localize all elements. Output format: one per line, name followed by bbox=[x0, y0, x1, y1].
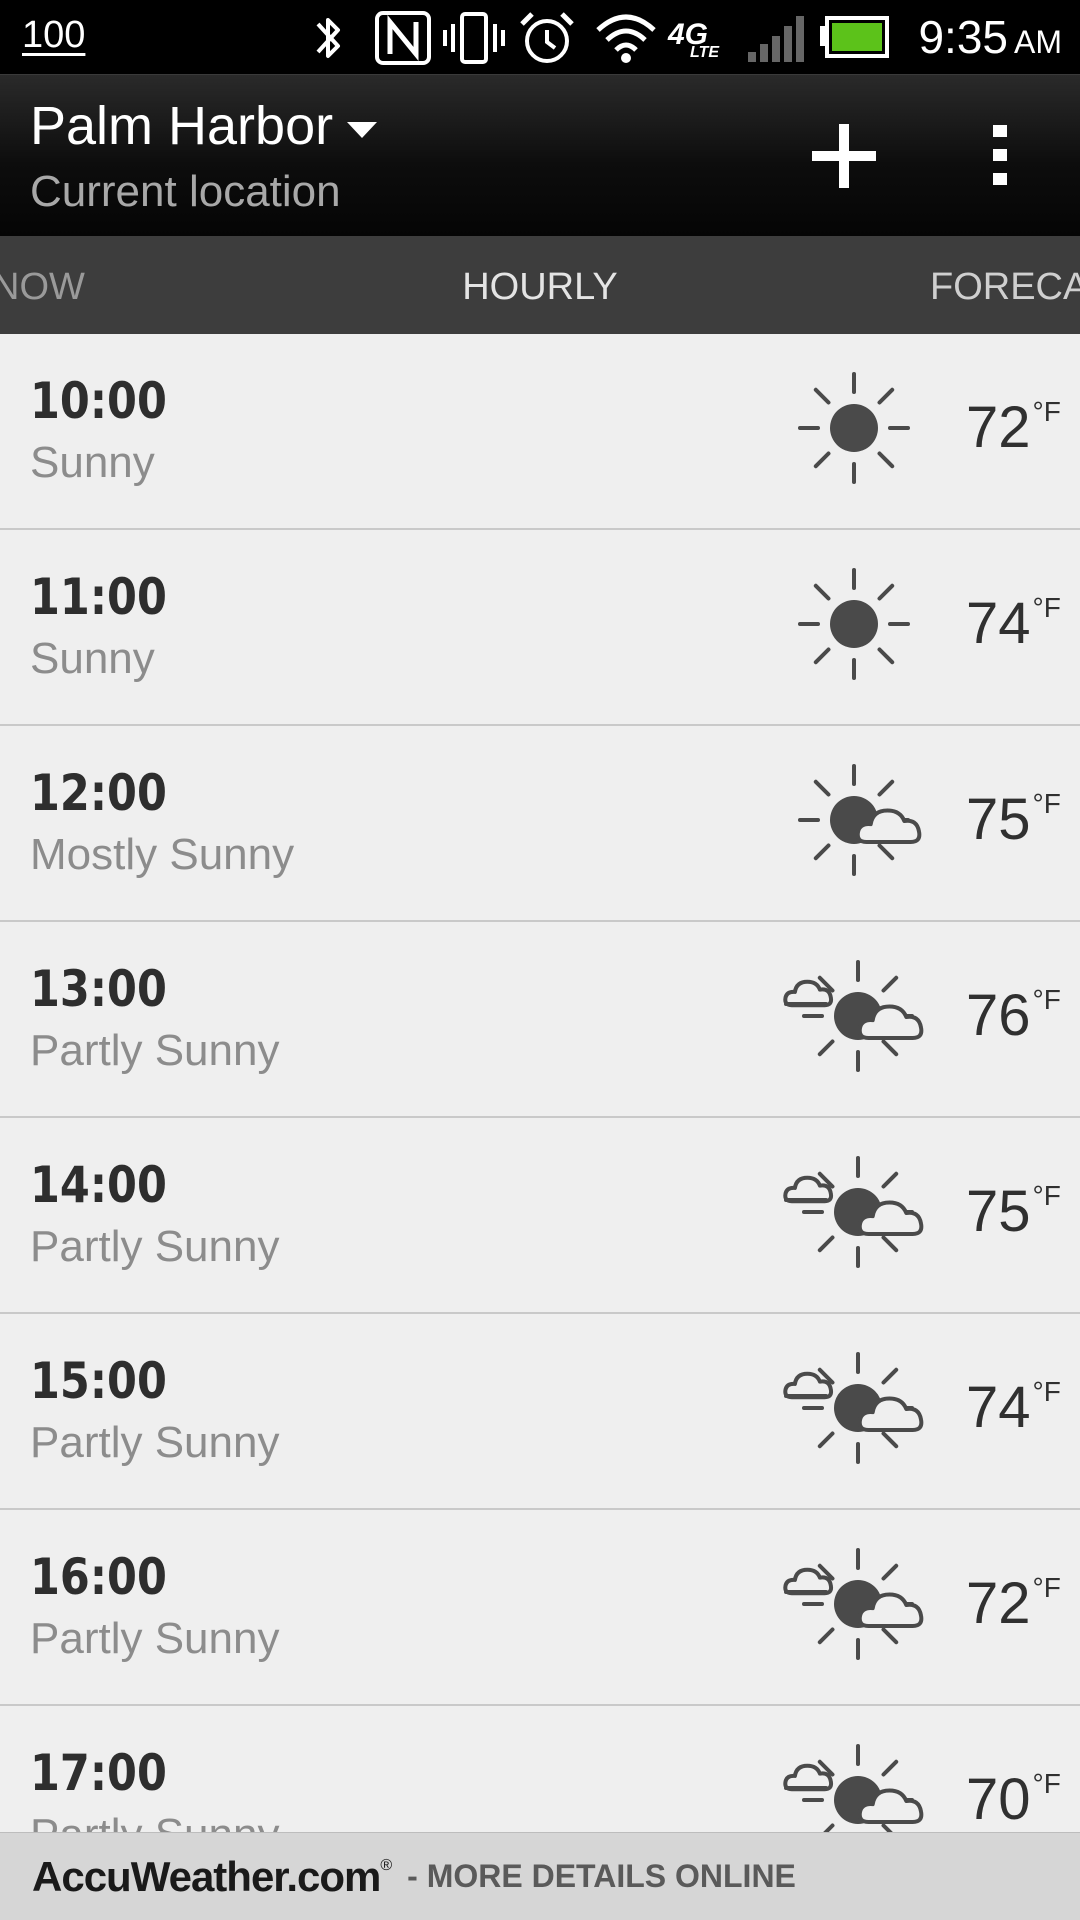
temp-value: 75 bbox=[966, 1179, 1031, 1244]
temp-unit: °F bbox=[1032, 1572, 1061, 1603]
hour-temperature: 74°F bbox=[966, 1374, 1061, 1441]
tab-hourly[interactable]: HOURLY bbox=[0, 266, 1080, 309]
hour-time: 15:00 bbox=[30, 1352, 167, 1410]
temp-value: 76 bbox=[966, 983, 1031, 1048]
tab-forecast[interactable]: FORECAST bbox=[930, 266, 1080, 309]
clock-time: 9:35 bbox=[918, 11, 1008, 63]
hour-temperature: 72°F bbox=[966, 394, 1061, 461]
hour-time: 13:00 bbox=[30, 960, 167, 1018]
partly-sunny-icon bbox=[782, 1744, 932, 1832]
temp-unit: °F bbox=[1032, 1376, 1061, 1407]
hourly-row[interactable]: 13:00 Partly Sunny 76°F bbox=[0, 922, 1080, 1118]
sunny-icon bbox=[782, 568, 932, 686]
temp-value: 70 bbox=[966, 1767, 1031, 1832]
temp-value: 74 bbox=[966, 591, 1031, 656]
signal-icon bbox=[748, 16, 804, 62]
accuweather-footer[interactable]: AccuWeather.com® - MORE DETAILS ONLINE bbox=[0, 1832, 1080, 1920]
hour-condition: Partly Sunny bbox=[30, 1418, 280, 1467]
accuweather-logo: AccuWeather.com® bbox=[32, 1852, 392, 1901]
lte-icon: 4G LTE bbox=[668, 10, 728, 66]
hourly-row[interactable]: 11:00 Sunny 74°F bbox=[0, 530, 1080, 726]
temp-unit: °F bbox=[1032, 396, 1061, 427]
hourly-row[interactable]: 10:00 Sunny 72°F bbox=[0, 334, 1080, 530]
alarm-icon bbox=[520, 12, 574, 63]
overflow-menu-button[interactable] bbox=[970, 115, 1030, 195]
registered-mark: ® bbox=[380, 1856, 392, 1874]
more-details-link[interactable]: - MORE DETAILS ONLINE bbox=[407, 1858, 796, 1895]
add-location-button[interactable] bbox=[790, 115, 890, 195]
hour-temperature: 75°F bbox=[966, 1178, 1061, 1245]
clock: 9:35 AM bbox=[918, 10, 1062, 64]
battery-icon bbox=[820, 16, 889, 58]
location-subtitle: Current location bbox=[30, 167, 341, 216]
hour-condition: Sunny bbox=[30, 634, 155, 683]
hour-time: 11:00 bbox=[30, 568, 167, 626]
mostly-sunny-icon bbox=[782, 764, 932, 882]
location-selector[interactable]: Palm Harbor bbox=[30, 95, 378, 157]
hour-condition: Partly Sunny bbox=[30, 1614, 280, 1663]
plus-icon bbox=[812, 124, 876, 188]
hour-condition: Mostly Sunny bbox=[30, 830, 295, 879]
vibrate-icon bbox=[443, 12, 505, 64]
location-name: Palm Harbor bbox=[30, 96, 334, 156]
hour-time: 10:00 bbox=[30, 372, 167, 430]
hour-time: 17:00 bbox=[30, 1744, 167, 1802]
temp-unit: °F bbox=[1032, 1180, 1061, 1211]
hour-temperature: 70°F bbox=[966, 1766, 1061, 1832]
partly-sunny-icon bbox=[782, 1156, 932, 1274]
hour-temperature: 75°F bbox=[966, 786, 1061, 853]
partly-sunny-icon bbox=[782, 960, 932, 1078]
hour-temperature: 72°F bbox=[966, 1570, 1061, 1637]
brand-text: AccuWeather.com bbox=[32, 1852, 381, 1900]
sunny-icon bbox=[782, 372, 932, 490]
hour-temperature: 74°F bbox=[966, 590, 1061, 657]
hour-time: 16:00 bbox=[30, 1548, 167, 1606]
clock-ampm: AM bbox=[1014, 24, 1062, 60]
bluetooth-icon bbox=[316, 18, 340, 58]
temp-unit: °F bbox=[1032, 592, 1061, 623]
hour-condition: Partly Sunny bbox=[30, 1222, 280, 1271]
hourly-row[interactable]: 14:00 Partly Sunny 75°F bbox=[0, 1118, 1080, 1314]
temp-unit: °F bbox=[1032, 984, 1061, 1015]
dropdown-arrow-icon bbox=[347, 122, 378, 138]
hourly-row[interactable]: 16:00 Partly Sunny 72°F bbox=[0, 1510, 1080, 1706]
temp-value: 75 bbox=[966, 787, 1031, 852]
hour-condition: Sunny bbox=[30, 438, 155, 487]
temp-value: 72 bbox=[966, 395, 1031, 460]
hourly-list[interactable]: 10:00 Sunny 72°F 11:00 Sunny 74°F 12:00 … bbox=[0, 334, 1080, 1832]
hour-time: 12:00 bbox=[30, 764, 167, 822]
hour-temperature: 76°F bbox=[966, 982, 1061, 1049]
tab-bar: NOW HOURLY FORECAST bbox=[0, 236, 1080, 334]
overflow-menu-icon bbox=[993, 125, 1007, 185]
temp-unit: °F bbox=[1032, 1768, 1061, 1799]
network-subtype: LTE bbox=[690, 44, 720, 61]
hourly-row[interactable]: 17:00 Partly Sunny 70°F bbox=[0, 1706, 1080, 1832]
wifi-icon bbox=[596, 14, 656, 63]
nfc-icon bbox=[375, 11, 431, 65]
temp-value: 74 bbox=[966, 1375, 1031, 1440]
hour-condition: Partly Sunny bbox=[30, 1810, 279, 1832]
hourly-row[interactable]: 15:00 Partly Sunny 74°F bbox=[0, 1314, 1080, 1510]
hourly-row[interactable]: 12:00 Mostly Sunny 75°F bbox=[0, 726, 1080, 922]
temp-unit: °F bbox=[1032, 788, 1061, 819]
status-bar: 100 4G LTE 9:35 AM bbox=[0, 0, 1080, 74]
hour-condition: Partly Sunny bbox=[30, 1026, 280, 1075]
partly-sunny-icon bbox=[782, 1548, 932, 1666]
action-bar: Palm Harbor Current location bbox=[0, 74, 1080, 236]
temp-value: 72 bbox=[966, 1571, 1031, 1636]
partly-sunny-icon bbox=[782, 1352, 932, 1470]
hour-time: 14:00 bbox=[30, 1156, 167, 1214]
